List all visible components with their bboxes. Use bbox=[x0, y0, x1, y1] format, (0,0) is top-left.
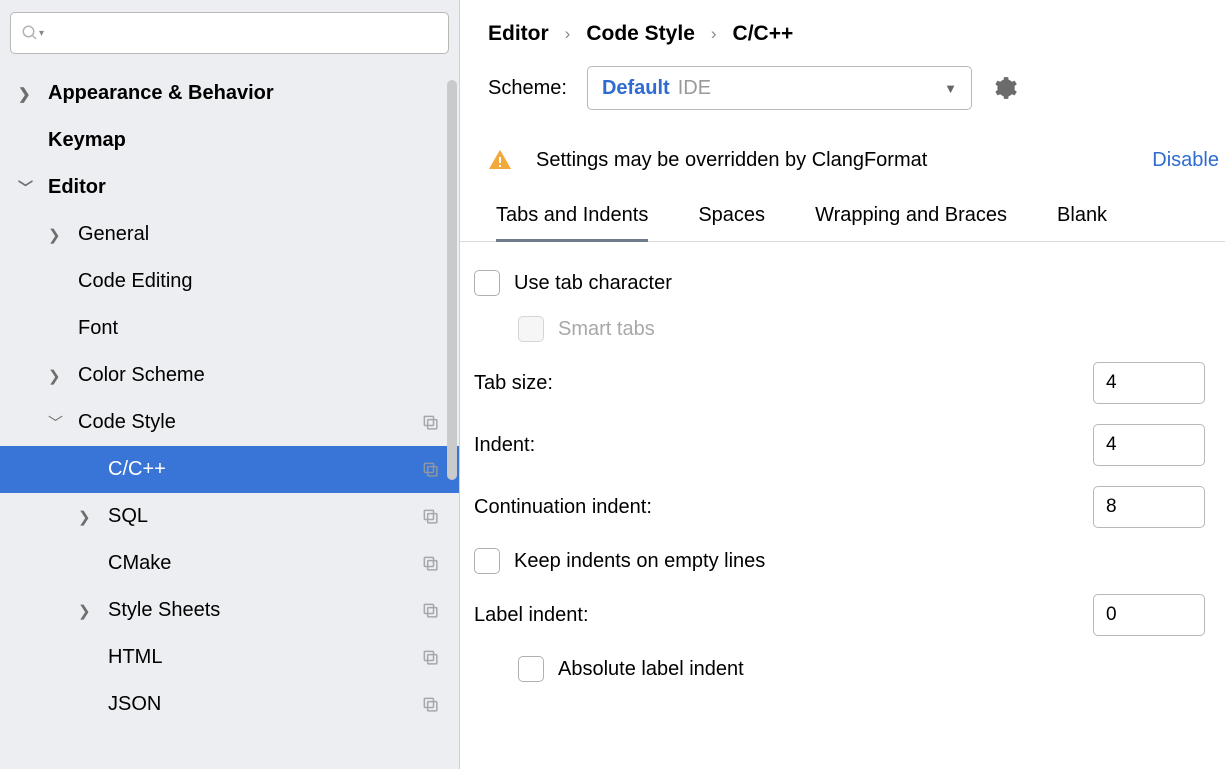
keep-indents-row: Keep indents on empty lines bbox=[474, 538, 1205, 584]
settings-tree: ❯Appearance & BehaviorKeymap﹀Editor❯Gene… bbox=[0, 64, 459, 769]
main-panel: Editor › Code Style › C/C++ Scheme: Defa… bbox=[460, 0, 1225, 769]
gear-icon[interactable] bbox=[992, 75, 1018, 101]
chevron-down-icon: ﹀ bbox=[48, 412, 78, 433]
tree-item-cmake[interactable]: CMake bbox=[0, 540, 459, 587]
smart-tabs-label: Smart tabs bbox=[558, 318, 655, 341]
tabs-indents-form: Use tab character Smart tabs Tab size: 4… bbox=[460, 242, 1225, 692]
tab-wrapping-braces[interactable]: Wrapping and Braces bbox=[815, 204, 1007, 241]
tree-item-json[interactable]: JSON bbox=[0, 681, 459, 728]
tree-item-appearance-behavior[interactable]: ❯Appearance & Behavior bbox=[0, 70, 459, 117]
cont-indent-label: Continuation indent: bbox=[474, 496, 1093, 519]
warning-banner: Settings may be overridden by ClangForma… bbox=[460, 128, 1225, 176]
abs-label-indent-row: Absolute label indent bbox=[474, 646, 1205, 692]
smart-tabs-row: Smart tabs bbox=[474, 306, 1205, 352]
copy-icon[interactable] bbox=[421, 648, 441, 668]
tree-item-label: SQL bbox=[108, 505, 421, 528]
use-tab-checkbox[interactable] bbox=[474, 270, 500, 296]
settings-sidebar: ▾ ❯Appearance & BehaviorKeymap﹀Editor❯Ge… bbox=[0, 0, 460, 769]
tree-item-label: Appearance & Behavior bbox=[48, 82, 441, 105]
warning-icon bbox=[488, 148, 512, 172]
abs-label-indent-label: Absolute label indent bbox=[558, 658, 744, 681]
scheme-dropdown[interactable]: Default IDE ▼ bbox=[587, 66, 972, 110]
tree-item-label: Editor bbox=[48, 176, 441, 199]
tree-item-color-scheme[interactable]: ❯Color Scheme bbox=[0, 352, 459, 399]
copy-icon[interactable] bbox=[421, 695, 441, 715]
tree-item-label: Keymap bbox=[48, 129, 441, 152]
chevron-right-icon: ❯ bbox=[48, 367, 78, 385]
copy-icon[interactable] bbox=[421, 554, 441, 574]
scheme-label: Scheme: bbox=[488, 77, 567, 100]
tree-item-label: Code Style bbox=[78, 411, 421, 434]
tree-item-html[interactable]: HTML bbox=[0, 634, 459, 681]
tab-size-label: Tab size: bbox=[474, 372, 1093, 395]
search-input[interactable]: ▾ bbox=[10, 12, 449, 54]
tree-item-label: CMake bbox=[108, 552, 421, 575]
copy-icon[interactable] bbox=[421, 601, 441, 621]
search-dropdown-icon: ▾ bbox=[39, 28, 44, 39]
tree-item-label: C/C++ bbox=[108, 458, 421, 481]
copy-icon[interactable] bbox=[421, 507, 441, 527]
tab-blank[interactable]: Blank bbox=[1057, 204, 1107, 241]
chevron-right-icon: ❯ bbox=[78, 602, 108, 620]
label-indent-input[interactable]: 0 bbox=[1093, 594, 1205, 636]
smart-tabs-checkbox bbox=[518, 316, 544, 342]
scheme-badge: IDE bbox=[678, 77, 711, 100]
tab-tabs-indents[interactable]: Tabs and Indents bbox=[496, 204, 648, 242]
cont-indent-row: Continuation indent: 8 bbox=[474, 476, 1205, 538]
tree-item-style-sheets[interactable]: ❯Style Sheets bbox=[0, 587, 459, 634]
tree-item-font[interactable]: Font bbox=[0, 305, 459, 352]
chevron-right-icon: › bbox=[711, 24, 717, 44]
scrollbar[interactable] bbox=[447, 80, 457, 480]
tab-size-row: Tab size: 4 bbox=[474, 352, 1205, 414]
breadcrumb-c-cpp: C/C++ bbox=[733, 22, 794, 46]
breadcrumb: Editor › Code Style › C/C++ bbox=[460, 0, 1225, 58]
copy-icon[interactable] bbox=[421, 460, 441, 480]
label-indent-label: Label indent: bbox=[474, 604, 1093, 627]
tree-item-label: Font bbox=[78, 317, 441, 340]
tree-item-label: Style Sheets bbox=[108, 599, 421, 622]
tree-item-label: HTML bbox=[108, 646, 421, 669]
warning-text: Settings may be overridden by ClangForma… bbox=[536, 149, 1128, 172]
use-tab-row: Use tab character bbox=[474, 260, 1205, 306]
keep-indents-checkbox[interactable] bbox=[474, 548, 500, 574]
breadcrumb-code-style[interactable]: Code Style bbox=[586, 22, 695, 46]
indent-row: Indent: 4 bbox=[474, 414, 1205, 476]
tree-item-keymap[interactable]: Keymap bbox=[0, 117, 459, 164]
search-container: ▾ bbox=[0, 0, 459, 64]
tree-item-c-c-[interactable]: C/C++ bbox=[0, 446, 459, 493]
tree-item-sql[interactable]: ❯SQL bbox=[0, 493, 459, 540]
label-indent-row: Label indent: 0 bbox=[474, 584, 1205, 646]
breadcrumb-editor[interactable]: Editor bbox=[488, 22, 549, 46]
chevron-right-icon: ❯ bbox=[48, 226, 78, 244]
chevron-right-icon: ❯ bbox=[78, 508, 108, 526]
cont-indent-input[interactable]: 8 bbox=[1093, 486, 1205, 528]
chevron-down-icon: ▼ bbox=[944, 81, 957, 96]
tree-item-general[interactable]: ❯General bbox=[0, 211, 459, 258]
chevron-down-icon: ﹀ bbox=[18, 177, 48, 198]
indent-label: Indent: bbox=[474, 434, 1093, 457]
indent-input[interactable]: 4 bbox=[1093, 424, 1205, 466]
tree-item-editor[interactable]: ﹀Editor bbox=[0, 164, 459, 211]
keep-indents-label: Keep indents on empty lines bbox=[514, 550, 765, 573]
tab-bar: Tabs and Indents Spaces Wrapping and Bra… bbox=[460, 176, 1225, 242]
tree-item-label: JSON bbox=[108, 693, 421, 716]
tab-spaces[interactable]: Spaces bbox=[698, 204, 765, 241]
abs-label-indent-checkbox[interactable] bbox=[518, 656, 544, 682]
disable-link[interactable]: Disable bbox=[1152, 149, 1219, 172]
chevron-right-icon: › bbox=[565, 24, 571, 44]
tree-item-code-style[interactable]: ﹀Code Style bbox=[0, 399, 459, 446]
tree-item-label: Code Editing bbox=[78, 270, 441, 293]
chevron-right-icon: ❯ bbox=[18, 85, 48, 103]
tab-size-input[interactable]: 4 bbox=[1093, 362, 1205, 404]
search-icon bbox=[21, 24, 39, 42]
tree-item-label: Color Scheme bbox=[78, 364, 441, 387]
scheme-selected: Default bbox=[602, 77, 670, 100]
tree-item-label: General bbox=[78, 223, 441, 246]
scheme-row: Scheme: Default IDE ▼ bbox=[460, 58, 1225, 128]
copy-icon[interactable] bbox=[421, 413, 441, 433]
tree-item-code-editing[interactable]: Code Editing bbox=[0, 258, 459, 305]
use-tab-label: Use tab character bbox=[514, 272, 672, 295]
